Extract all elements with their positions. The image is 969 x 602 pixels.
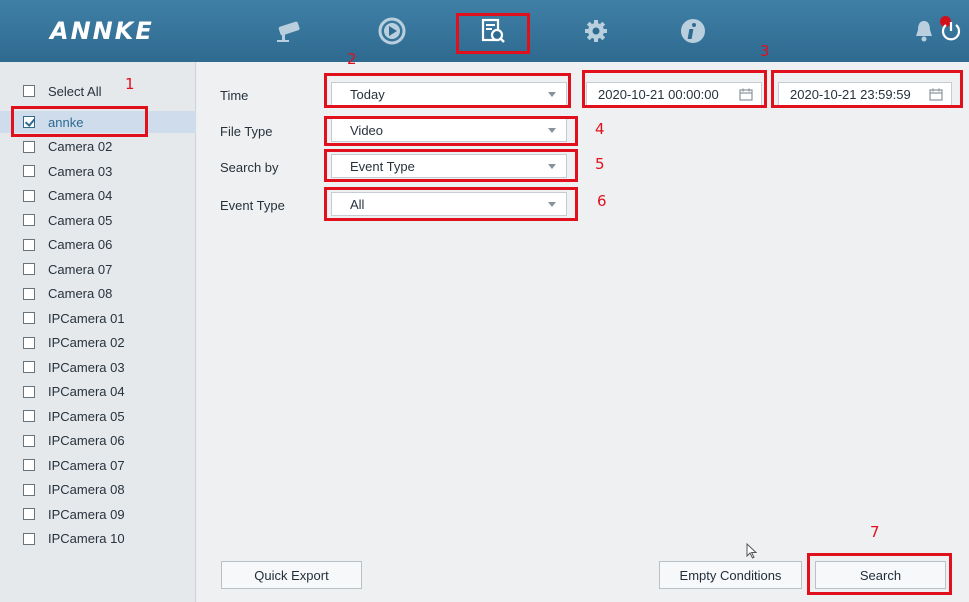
camera-label: IPCamera 05 — [48, 408, 125, 424]
camera-list-item[interactable]: Camera 05 — [0, 209, 196, 231]
camera-label: IPCamera 04 — [48, 384, 125, 399]
camera-label: Camera 06 — [48, 237, 113, 252]
select-all-label: Select All — [48, 83, 102, 99]
select-all-item[interactable]: Select All — [0, 80, 196, 102]
top-navigation-bar: ANNKE — [0, 0, 969, 62]
annotation-box-3b — [771, 70, 963, 108]
camera-list-item[interactable]: IPCamera 03 — [0, 356, 196, 378]
gear-icon[interactable] — [579, 14, 613, 48]
camera-label: IPCamera 08 — [48, 482, 125, 497]
event-type-label: Event Type — [220, 198, 285, 213]
camera-label: IPCamera 09 — [48, 506, 125, 522]
annotation-number: 4 — [595, 120, 605, 138]
camera-checkbox[interactable] — [23, 361, 35, 373]
annotation-number: 1 — [125, 75, 135, 93]
camera-label: Camera 05 — [48, 212, 113, 228]
camera-checkbox[interactable] — [23, 483, 35, 496]
camera-list-item[interactable]: IPCamera 10 — [0, 528, 196, 550]
search-by-label: Search by — [220, 160, 279, 175]
camera-checkbox[interactable] — [23, 238, 35, 251]
search-tab-highlight — [456, 13, 530, 54]
camera-list-item[interactable]: IPCamera 09 — [0, 503, 196, 525]
camera-label: IPCamera 01 — [48, 310, 125, 326]
camera-checkbox[interactable] — [23, 410, 35, 422]
camera-checkbox[interactable] — [23, 140, 35, 153]
camera-list-item[interactable]: IPCamera 01 — [0, 307, 196, 329]
camera-icon[interactable] — [272, 14, 306, 48]
camera-label: IPCamera 06 — [48, 433, 125, 448]
camera-list-item[interactable]: Camera 03 — [0, 160, 196, 182]
annotation-box-5 — [324, 149, 578, 182]
camera-list-item[interactable]: IPCamera 05 — [0, 405, 196, 427]
time-label: Time — [220, 88, 249, 103]
annotation-number: 5 — [595, 155, 605, 173]
annotation-box-2 — [324, 73, 571, 108]
annotation-box-7 — [807, 553, 952, 595]
camera-checkbox[interactable] — [23, 385, 35, 398]
camera-list-item[interactable]: Camera 07 — [0, 258, 196, 280]
camera-list-item[interactable]: IPCamera 06 — [0, 430, 196, 452]
power-icon[interactable] — [934, 14, 968, 48]
camera-checkbox[interactable] — [23, 165, 35, 177]
camera-checkbox[interactable] — [23, 312, 35, 324]
camera-label: IPCamera 07 — [48, 457, 125, 473]
camera-label: Camera 03 — [48, 163, 113, 179]
file-type-label: File Type — [220, 124, 273, 139]
annotation-box-1 — [11, 106, 148, 137]
camera-checkbox[interactable] — [23, 508, 35, 520]
camera-list-item[interactable]: IPCamera 08 — [0, 479, 196, 501]
camera-label: Camera 02 — [48, 139, 113, 154]
camera-checkbox[interactable] — [23, 189, 35, 202]
quick-export-button[interactable]: Quick Export — [221, 561, 362, 589]
annke-logo: ANNKE — [50, 17, 154, 45]
camera-checkbox[interactable] — [23, 459, 35, 471]
annotation-box-4 — [324, 116, 578, 146]
search-panel — [197, 62, 969, 602]
camera-checkbox[interactable] — [23, 287, 35, 300]
camera-list-item[interactable]: Camera 06 — [0, 234, 196, 256]
annotation-number: 7 — [870, 523, 880, 541]
camera-list-item[interactable]: Camera 08 — [0, 283, 196, 305]
camera-checkbox[interactable] — [23, 263, 35, 275]
camera-list-item[interactable]: Camera 02 — [0, 136, 196, 158]
annotation-number: 3 — [760, 42, 770, 60]
camera-label: Camera 07 — [48, 261, 113, 277]
camera-list-item[interactable]: IPCamera 07 — [0, 454, 196, 476]
annotation-box-3a — [582, 70, 767, 108]
camera-checkbox[interactable] — [23, 214, 35, 226]
camera-checkbox[interactable] — [23, 434, 35, 447]
camera-checkbox[interactable] — [23, 336, 35, 349]
annotation-number: 2 — [347, 50, 357, 68]
camera-label: IPCamera 10 — [48, 531, 125, 546]
camera-list-item[interactable]: IPCamera 04 — [0, 381, 196, 403]
annotation-box-6 — [324, 187, 578, 221]
camera-list-item[interactable]: IPCamera 02 — [0, 332, 196, 354]
camera-label: IPCamera 02 — [48, 335, 125, 350]
empty-conditions-button[interactable]: Empty Conditions — [659, 561, 802, 589]
camera-list-item[interactable]: Camera 04 — [0, 185, 196, 207]
camera-label: IPCamera 03 — [48, 359, 125, 375]
camera-checkbox[interactable] — [23, 532, 35, 545]
camera-label: Camera 08 — [48, 286, 113, 301]
select-all-checkbox[interactable] — [23, 85, 35, 97]
mouse-cursor-icon — [746, 543, 758, 559]
info-icon[interactable] — [676, 14, 710, 48]
camera-label: Camera 04 — [48, 188, 113, 203]
annotation-number: 6 — [597, 192, 607, 210]
playback-icon[interactable] — [375, 14, 409, 48]
